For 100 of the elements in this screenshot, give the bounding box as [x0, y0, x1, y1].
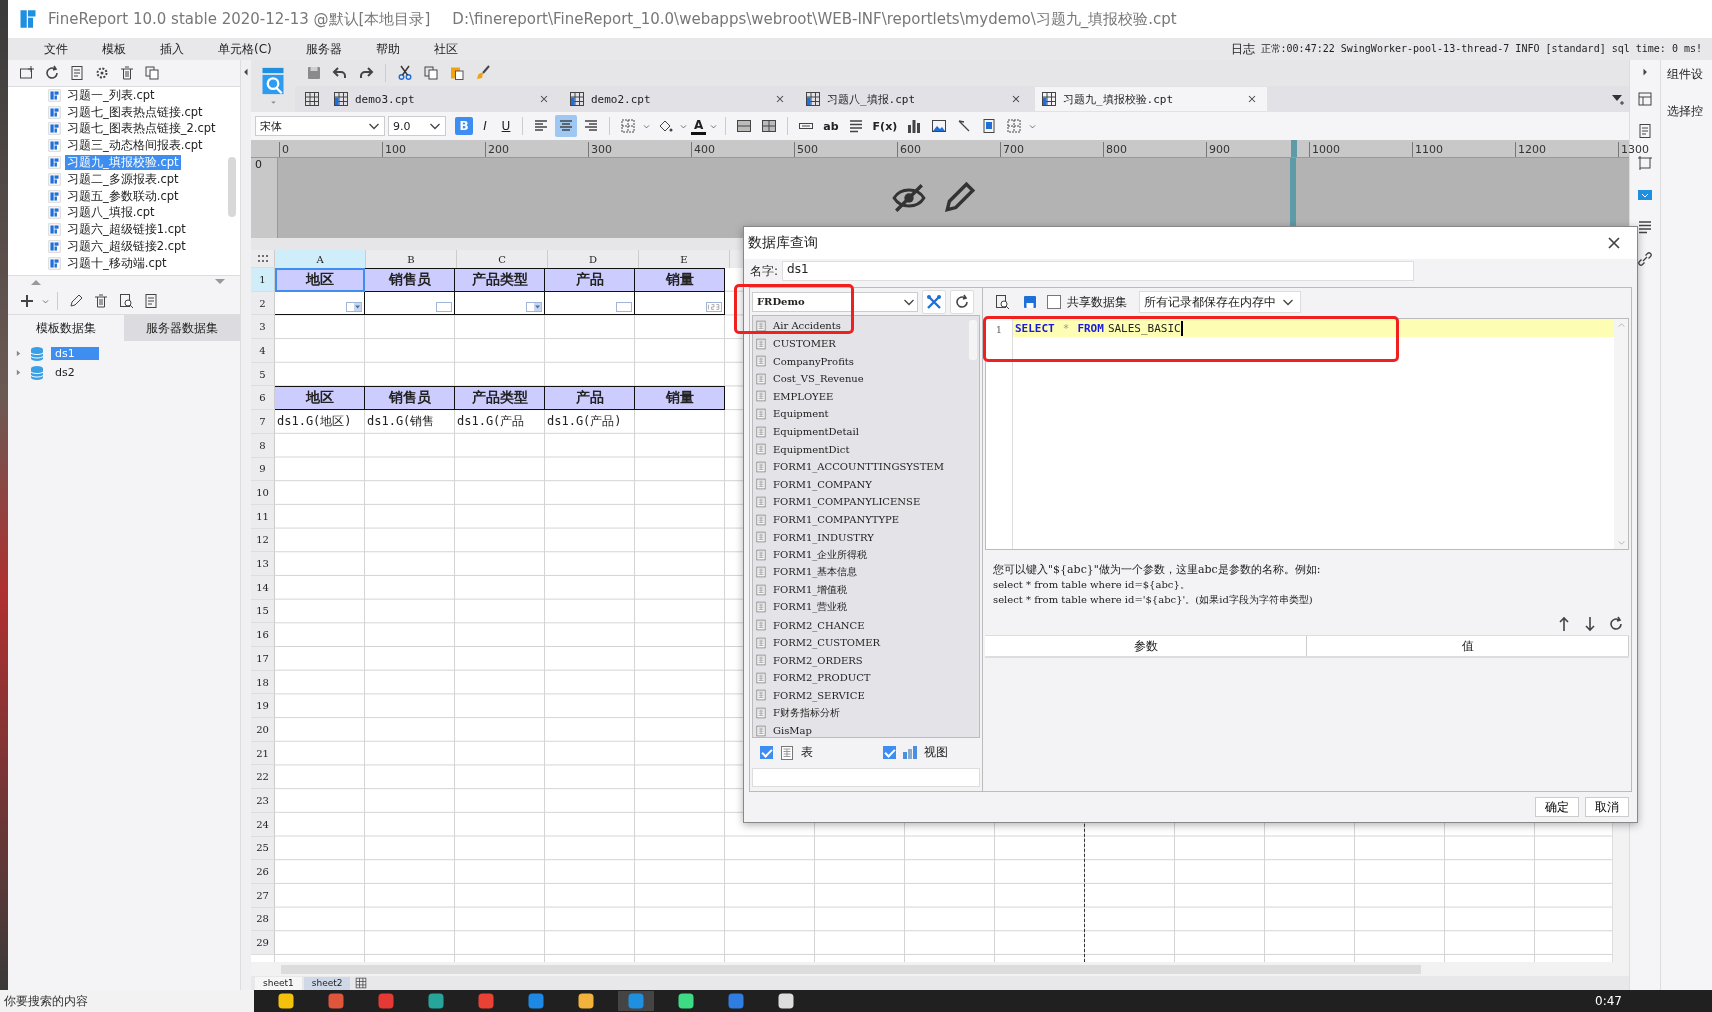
row-header[interactable]: 24 [251, 812, 275, 837]
dataset-item[interactable]: ds2 [51, 366, 99, 379]
table-item[interactable]: FORM2_CUSTOMER [773, 637, 881, 649]
row-header[interactable]: 28 [251, 907, 275, 932]
row-header[interactable]: 12 [251, 528, 275, 553]
file-item[interactable]: 习题五_参数联动.cpt [65, 188, 181, 204]
menu-item[interactable]: 插入 [148, 40, 196, 58]
row-header[interactable]: 3 [251, 315, 275, 340]
row-header[interactable]: 6 [251, 386, 275, 411]
column-header[interactable]: A [275, 250, 366, 268]
row-header[interactable]: 11 [251, 504, 275, 529]
table-item[interactable]: FORM1_营业税 [773, 600, 848, 615]
table-item[interactable]: FORM2_SERVICE [773, 689, 865, 701]
input-cell[interactable] [365, 291, 455, 316]
row-header[interactable]: 21 [251, 741, 275, 766]
font-select[interactable]: 宋体 [255, 116, 385, 136]
table-item[interactable]: F财务指标分析 [773, 706, 840, 721]
menu-item[interactable]: 模板 [90, 40, 138, 58]
file-tab[interactable]: 习题九_填报校验.cpt [1035, 87, 1267, 111]
menu-item[interactable]: 服务器 [293, 40, 354, 58]
table-item[interactable]: EMPLOYEE [773, 390, 834, 402]
table-item[interactable]: FORM2_ORDERS [773, 654, 863, 666]
align-icon[interactable] [555, 115, 577, 137]
row-header[interactable]: 5 [251, 362, 275, 387]
file-item[interactable]: 习题六_超级链接2.cpt [65, 239, 188, 255]
input-cell[interactable] [545, 291, 635, 316]
row-header[interactable]: 19 [251, 694, 275, 719]
table-item[interactable]: Air Accidents [773, 320, 841, 332]
file-item[interactable]: 习题七_图表热点链接.cpt [65, 104, 205, 120]
row-header[interactable]: 10 [251, 481, 275, 505]
table-item[interactable]: FORM1_COMPANYLICENSE [773, 496, 921, 508]
table-item[interactable]: CUSTOMER [773, 338, 836, 350]
row-header[interactable]: 17 [251, 647, 275, 671]
row-header[interactable]: 22 [251, 765, 275, 790]
file-item[interactable]: 习题十_移动端.cpt [65, 255, 169, 271]
page-marker[interactable] [1291, 140, 1297, 157]
menu-item[interactable]: 文件 [32, 40, 80, 58]
tools-icon[interactable] [922, 289, 946, 314]
input-cell[interactable] [635, 291, 725, 316]
table-item[interactable]: FORM1_COMPANY [773, 478, 872, 490]
formula-button[interactable]: F(x) [869, 119, 901, 133]
file-item[interactable]: 习题八_填报.cpt [65, 205, 157, 221]
input-cell[interactable] [455, 291, 545, 316]
style-button[interactable]: U [497, 117, 515, 135]
row-header[interactable]: 20 [251, 718, 275, 742]
dataset-tab[interactable]: 服务器数据集 [124, 315, 240, 341]
file-item[interactable]: 习题一_列表.cpt [65, 87, 157, 103]
name-field[interactable]: ds1 [782, 261, 1415, 281]
row-header[interactable]: 25 [251, 836, 275, 861]
connection-select[interactable]: FRDemo [752, 291, 918, 312]
search-field[interactable]: 你要搜索的内容 [0, 990, 254, 1012]
cache-select[interactable]: 所有记录都保存在内存中 [1139, 291, 1301, 313]
row-header[interactable]: 18 [251, 670, 275, 695]
file-item[interactable]: 习题七_图表热点链接_2.cpt [65, 121, 218, 137]
expand-icon[interactable] [14, 368, 23, 377]
table-item[interactable]: Equipment [773, 408, 829, 420]
table-item[interactable]: FORM1_基本信息 [773, 565, 858, 580]
checkbox[interactable] [760, 746, 773, 760]
row-header[interactable]: 27 [251, 883, 275, 908]
sheet-tab[interactable]: sheet1 [255, 976, 302, 990]
row-header[interactable]: 7 [251, 410, 275, 434]
expand-icon[interactable] [14, 349, 23, 358]
row-header[interactable]: 14 [251, 575, 275, 600]
table-item[interactable]: FORM1_COMPANYTYPE [773, 514, 900, 525]
row-header[interactable]: 1 [251, 268, 275, 292]
dialog-button[interactable]: 取消 [1585, 797, 1629, 817]
dialog-button[interactable]: 确定 [1535, 797, 1579, 817]
log-label[interactable]: 日志 [1230, 40, 1255, 58]
filter-field[interactable] [752, 767, 980, 787]
menu-item[interactable]: 社区 [421, 40, 470, 58]
row-header[interactable]: 16 [251, 623, 275, 647]
file-item[interactable]: 习题三_动态格间报表.cpt [65, 138, 205, 154]
scrollbar[interactable] [228, 157, 236, 217]
row-header[interactable]: 4 [251, 339, 275, 363]
table-item[interactable]: FORM1_增值税 [773, 582, 848, 597]
table-item[interactable]: FORM1_企业所得税 [773, 547, 868, 562]
file-item[interactable]: 习题二_多源报表.cpt [65, 171, 181, 187]
row-header[interactable]: 29 [251, 931, 275, 955]
hidden-eye-icon[interactable] [891, 181, 926, 215]
table-item[interactable]: EquipmentDict [773, 443, 850, 455]
row-header[interactable]: 23 [251, 789, 275, 813]
table-item[interactable]: FORM2_PRODUCT [773, 672, 871, 684]
input-cell[interactable] [275, 291, 365, 316]
menu-item[interactable]: 单元格(C) [206, 40, 284, 58]
row-header[interactable]: 13 [251, 552, 275, 576]
table-item[interactable]: GisMap [773, 725, 812, 737]
row-header[interactable]: 9 [251, 457, 275, 482]
checkbox[interactable] [1047, 295, 1061, 309]
table-item[interactable]: FORM2_CHANCE [773, 619, 865, 631]
sheet-tab[interactable]: sheet2 [303, 976, 351, 990]
row-header[interactable]: 26 [251, 860, 275, 884]
table-item[interactable]: CompanyProfits [773, 355, 854, 367]
checkbox[interactable] [883, 746, 896, 760]
table-item[interactable]: FORM1_INDUSTRY [773, 531, 874, 543]
row-header[interactable]: 15 [251, 599, 275, 624]
refresh-icon[interactable] [950, 289, 974, 314]
style-button[interactable]: I [476, 117, 494, 135]
file-item[interactable]: 习题六_超级链接1.cpt [65, 222, 188, 238]
row-header[interactable]: 2 [251, 291, 275, 316]
size-select[interactable]: 9.0 [388, 116, 446, 136]
